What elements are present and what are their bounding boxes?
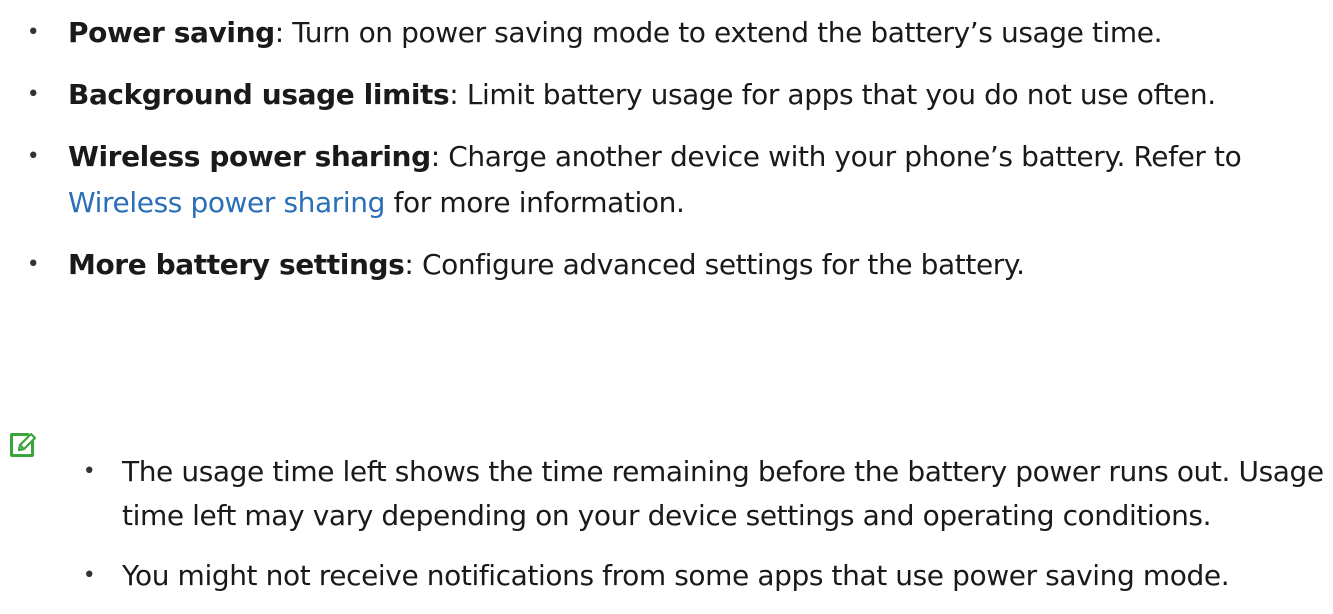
term-description: : Limit battery usage for apps that you …: [449, 78, 1216, 111]
term-label: Power saving: [68, 16, 275, 49]
note-item-usage-time: • The usage time left shows the time rem…: [82, 450, 1327, 538]
note-list: • The usage time left shows the time rem…: [82, 450, 1327, 614]
list-item-more-battery-settings: • More battery settings: Configure advan…: [26, 242, 1321, 288]
term-description: : Turn on power saving mode to extend th…: [274, 16, 1163, 49]
bullet-dot: •: [26, 20, 40, 45]
term-description: : Charge another device with your phone’…: [430, 140, 1242, 173]
list-item-wireless-power-sharing: • Wireless power sharing: Charge another…: [26, 134, 1321, 226]
term-label: More battery settings: [68, 248, 405, 281]
bullet-dot: •: [26, 144, 40, 169]
bullet-dot: •: [26, 252, 40, 277]
term-description-after: for more information.: [385, 186, 685, 219]
note-text: The usage time left shows the time remai…: [122, 455, 1324, 532]
term-description: : Configure advanced settings for the ba…: [404, 248, 1025, 281]
term-label: Wireless power sharing: [68, 140, 431, 173]
note-text: You might not receive notifications from…: [122, 559, 1230, 592]
document-page: • Power saving: Turn on power saving mod…: [0, 0, 1333, 592]
list-item-background-usage-limits: • Background usage limits: Limit battery…: [26, 72, 1321, 118]
note-item-notifications: • You might not receive notifications fr…: [82, 554, 1327, 598]
note-pencil-icon: [10, 432, 37, 457]
bullet-dot: •: [82, 459, 96, 484]
wireless-power-sharing-link[interactable]: Wireless power sharing: [68, 186, 385, 219]
bullet-dot: •: [82, 563, 96, 588]
term-label: Background usage limits: [68, 78, 450, 111]
list-item-power-saving: • Power saving: Turn on power saving mod…: [26, 10, 1321, 56]
bullet-dot: •: [26, 82, 40, 107]
battery-options-list: • Power saving: Turn on power saving mod…: [26, 10, 1321, 304]
